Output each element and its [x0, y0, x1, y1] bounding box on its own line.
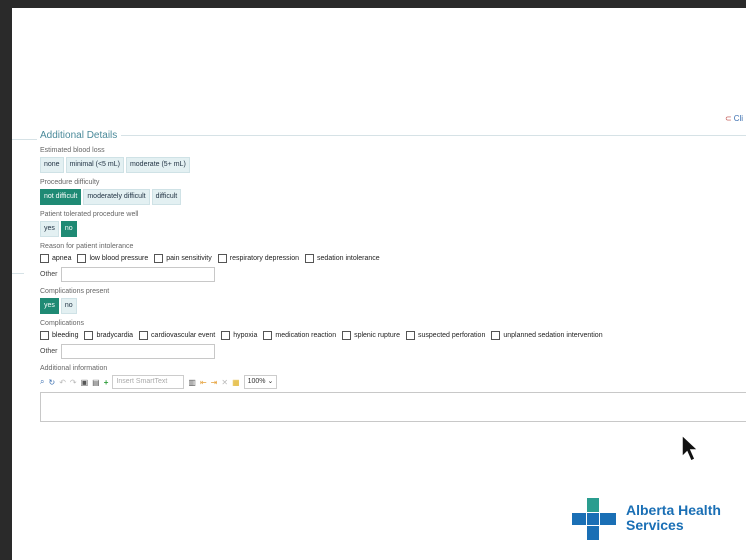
checkbox-box[interactable]	[139, 331, 149, 340]
tolerated-option[interactable]: yes	[40, 221, 59, 237]
help-icon[interactable]: ▣	[81, 378, 89, 387]
find-icon[interactable]: ⌕	[40, 377, 44, 387]
intolerance-checkbox[interactable]: low blood pressure	[77, 254, 148, 263]
complications-present-option[interactable]: no	[60, 298, 77, 314]
redo-icon[interactable]: ↷	[70, 378, 77, 387]
complications-checkbox[interactable]: cardiovascular event	[139, 331, 215, 340]
checkbox-box[interactable]	[305, 254, 315, 263]
complications-other: Other	[40, 344, 746, 359]
checkbox-box[interactable]	[491, 331, 501, 340]
smarttext-input[interactable]: Insert SmartText	[112, 375, 185, 389]
checkbox-box[interactable]	[263, 331, 273, 340]
intolerance-label: Reason for patient intolerance	[40, 243, 134, 250]
template-icon[interactable]: ▤	[92, 378, 100, 387]
checkbox-label: pain sensitivity	[166, 255, 212, 262]
difficulty-option[interactable]: moderately difficult	[83, 189, 150, 205]
checkbox-label: apnea	[52, 255, 72, 262]
difficulty-option[interactable]: not difficult	[40, 189, 82, 205]
checkbox-box[interactable]	[217, 254, 227, 263]
checkbox-label: medication reaction	[275, 332, 337, 339]
blood-loss-option[interactable]: none	[40, 157, 64, 173]
checkbox-label: bradycardia	[96, 332, 134, 339]
intolerance-other-input[interactable]	[60, 267, 215, 282]
complications-checkbox[interactable]: bradycardia	[84, 331, 133, 340]
complications-present-options: yes no	[40, 298, 746, 314]
divider	[12, 139, 37, 140]
complications-checkbox[interactable]: unplanned sedation intervention	[491, 331, 603, 340]
chevron-down-icon: ⌄	[267, 378, 274, 385]
complications-present-label: Complications present	[40, 288, 110, 295]
clip-icon: ⊂	[725, 114, 732, 123]
tolerated-option[interactable]: no	[60, 221, 77, 237]
checkbox-label: sedation intolerance	[317, 255, 380, 262]
checkbox-label: respiratory depression	[229, 255, 300, 262]
mouse-cursor-icon	[681, 433, 700, 463]
section-title: Additional Details	[40, 130, 746, 141]
logo-line1: Alberta Health	[626, 502, 721, 518]
remove-field-icon[interactable]: ✕	[221, 378, 228, 387]
checkbox-label: hypoxia	[233, 332, 258, 339]
undo-icon[interactable]: ↶	[59, 378, 66, 387]
additional-details-section: Additional Details Estimated blood loss …	[40, 130, 746, 422]
ahs-logo-icon	[572, 498, 616, 540]
add-icon[interactable]: +	[104, 378, 109, 387]
intolerance-checkbox[interactable]: apnea	[40, 254, 71, 263]
smarttext-browse-icon[interactable]: ▥	[188, 378, 196, 387]
complications-present-option[interactable]: yes	[40, 298, 59, 314]
clear-icon[interactable]: ▦	[232, 378, 240, 387]
zoom-select[interactable]: 100% ⌄	[243, 375, 278, 389]
checkbox-box[interactable]	[154, 254, 164, 263]
logo-line2: Services	[626, 517, 684, 533]
checkbox-box[interactable]	[342, 331, 352, 340]
checkbox-box[interactable]	[406, 331, 416, 340]
intolerance-other: Other	[40, 267, 746, 282]
previous-field-icon[interactable]: ⇤	[200, 378, 207, 387]
tolerated-label: Patient tolerated procedure well	[40, 211, 139, 218]
difficulty-label: Procedure difficulty	[40, 179, 100, 186]
complications-checkbox[interactable]: suspected perforation	[406, 331, 485, 340]
intolerance-checkbox[interactable]: pain sensitivity	[154, 254, 212, 263]
complications-checkbox[interactable]: medication reaction	[263, 331, 336, 340]
complications-checkbox[interactable]: splenic rupture	[342, 331, 400, 340]
checkbox-box[interactable]	[221, 331, 231, 340]
checkbox-label: suspected perforation	[418, 332, 486, 339]
complications-label: Complications	[40, 320, 84, 327]
additional-info-textarea[interactable]	[40, 392, 746, 422]
complications-checkbox[interactable]: bleeding	[40, 331, 78, 340]
blood-loss-option[interactable]: moderate (5+ mL)	[125, 157, 190, 173]
difficulty-option[interactable]: difficult	[151, 189, 182, 205]
additional-info-label: Additional information	[40, 365, 108, 372]
clip-link[interactable]: ⊂ Cli	[725, 114, 743, 123]
complications-checkbox[interactable]: hypoxia	[221, 331, 257, 340]
ahs-logo: Alberta Health Services	[572, 496, 721, 540]
checkbox-label: low blood pressure	[89, 255, 149, 262]
form-window: ⊂ Cli Additional Details Estimated blood …	[12, 8, 746, 560]
intolerance-checkbox[interactable]: sedation intolerance	[305, 254, 380, 263]
blood-loss-label: Estimated blood loss	[40, 147, 105, 154]
spellcheck-icon[interactable]: ↻	[48, 378, 55, 387]
complications-checkboxes: bleeding bradycardia cardiovascular event h…	[40, 331, 746, 340]
checkbox-label: bleeding	[52, 332, 79, 339]
divider	[12, 273, 24, 274]
blood-loss-option[interactable]: minimal (<5 mL)	[65, 157, 124, 173]
next-field-icon[interactable]: ⇥	[211, 378, 218, 387]
intolerance-checkbox[interactable]: respiratory depression	[217, 254, 300, 263]
complications-other-input[interactable]	[60, 344, 215, 359]
checkbox-label: cardiovascular event	[151, 332, 216, 339]
editor-toolbar: ⌕ ↻ ↶ ↷ ▣ ▤ + Insert SmartText ▥ ⇤ ⇥ ✕ ▦…	[40, 375, 746, 389]
checkbox-label: unplanned sedation intervention	[503, 332, 603, 339]
intolerance-checkboxes: apnea low blood pressure pain sensitivity r…	[40, 254, 746, 263]
tolerated-options: yes no	[40, 221, 746, 237]
blood-loss-options: none minimal (<5 mL) moderate (5+ mL)	[40, 157, 746, 173]
checkbox-box[interactable]	[84, 331, 94, 340]
checkbox-box[interactable]	[77, 254, 87, 263]
checkbox-label: splenic rupture	[354, 332, 401, 339]
checkbox-box[interactable]	[40, 254, 49, 263]
checkbox-box[interactable]	[40, 331, 49, 340]
difficulty-options: not difficult moderately difficult difficu…	[40, 189, 746, 205]
